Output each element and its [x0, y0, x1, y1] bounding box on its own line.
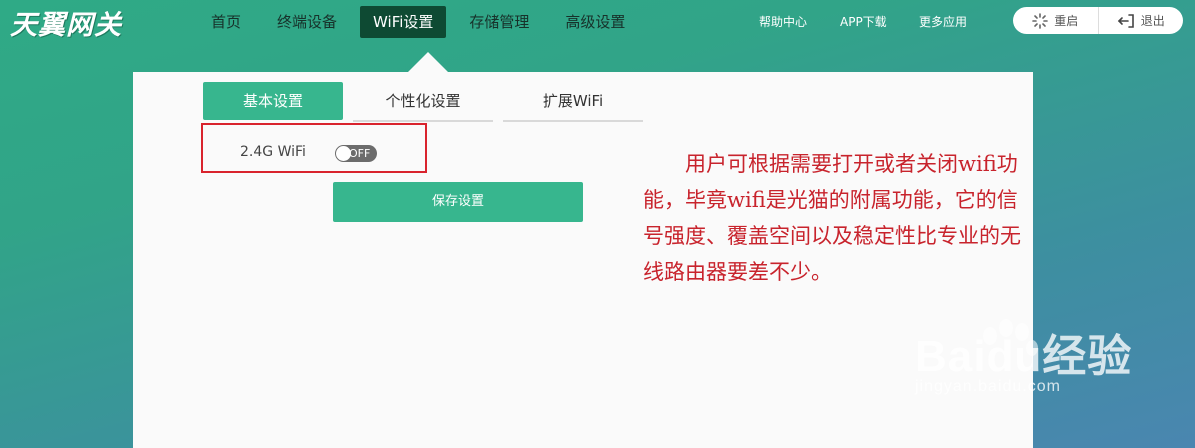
tab-extend-wifi[interactable]: 扩展WiFi	[503, 82, 643, 122]
settings-panel: 基本设置 个性化设置 扩展WiFi 2.4G WiFi OFF 保存设置 用户可…	[133, 72, 1033, 448]
nav-item-advanced[interactable]: 高级设置	[552, 6, 638, 38]
nav-item-storage[interactable]: 存储管理	[456, 6, 542, 38]
logout-label: 退出	[1140, 14, 1165, 28]
logout-button[interactable]: 退出	[1097, 7, 1184, 34]
app-logo: 天翼网关	[10, 9, 122, 41]
help-link[interactable]: 帮助中心	[759, 6, 807, 38]
save-settings-button[interactable]: 保存设置	[333, 182, 583, 222]
nav-pointer	[408, 52, 448, 72]
nav-item-devices[interactable]: 终端设备	[264, 6, 350, 38]
annotation-text: 用户可根据需要打开或者关闭wifi功能，毕竟wifi是光猫的附属功能，它的信号强…	[643, 152, 1021, 284]
wifi-24g-toggle[interactable]: OFF	[335, 145, 377, 162]
nav-item-wifi[interactable]: WiFi设置	[360, 6, 447, 38]
wifi-24g-label: 2.4G WiFi	[240, 144, 306, 160]
logout-icon	[1117, 13, 1134, 28]
reboot-label: 重启	[1054, 14, 1079, 28]
tab-personalization[interactable]: 个性化设置	[353, 82, 493, 122]
watermark-brand: Baidu经验	[915, 332, 1133, 381]
baidu-watermark: Baidu经验 jingyan.baidu.com	[915, 320, 1132, 396]
app-download-link[interactable]: APP下载	[840, 6, 887, 38]
action-group: 重启 退出	[1013, 7, 1183, 34]
more-apps-link[interactable]: 更多应用	[919, 6, 967, 38]
nav-item-home[interactable]: 首页	[198, 6, 254, 38]
toggle-state-text: OFF	[349, 147, 371, 160]
reboot-icon	[1032, 12, 1049, 29]
highlight-box	[201, 123, 427, 173]
tab-basic-settings[interactable]: 基本设置	[203, 82, 343, 120]
reboot-button[interactable]: 重启	[1013, 7, 1098, 34]
main-nav: 首页 终端设备 WiFi设置 存储管理 高级设置	[198, 6, 648, 38]
